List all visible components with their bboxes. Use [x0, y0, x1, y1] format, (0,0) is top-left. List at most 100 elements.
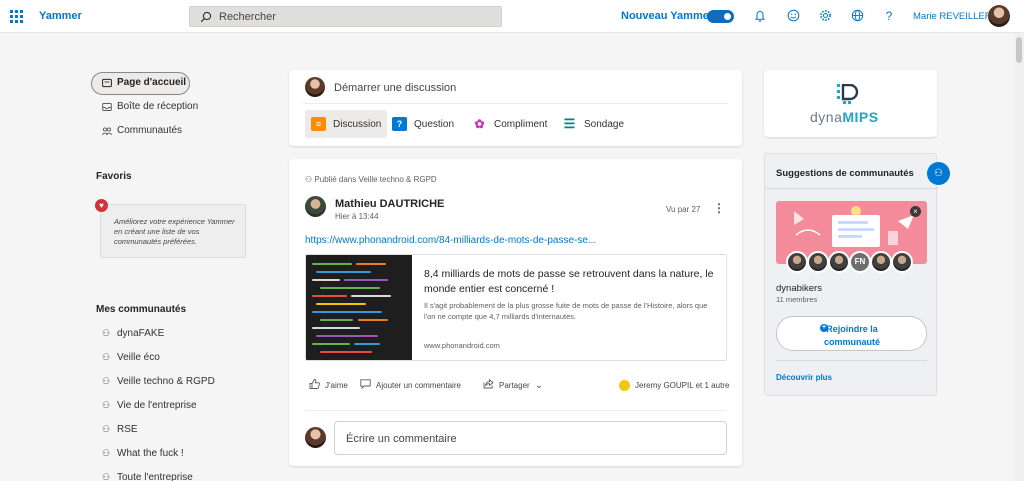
app-name[interactable]: Yammer	[39, 10, 82, 22]
community-item[interactable]: ⚇ Toute l'entreprise	[102, 472, 193, 481]
seen-by[interactable]: Vu par 27	[666, 205, 700, 214]
divider	[305, 410, 726, 411]
community-icon: ⚇	[102, 472, 111, 481]
dynamips-logo-text: dynaMIPS	[810, 109, 879, 125]
member-avatar-initials: FN	[849, 251, 871, 273]
community-item[interactable]: ⚇ What the fuck !	[102, 448, 184, 459]
new-yammer-label: Nouveau Yammer	[621, 10, 714, 22]
like-button[interactable]: J'aime	[309, 379, 348, 392]
community-label: Toute l'entreprise	[117, 472, 193, 481]
comment-label: Ajouter un commentaire	[376, 381, 461, 390]
join-label: Rejoindre la communauté	[823, 324, 880, 347]
community-icon: ⚇	[102, 328, 111, 338]
community-label: Veille techno & RGPD	[117, 376, 215, 387]
user-name[interactable]: Marie REVEILLERE	[913, 11, 998, 22]
published-in[interactable]: ⚇ Publié dans Veille techno & RGPD	[305, 175, 437, 184]
thumbs-up-icon	[309, 379, 320, 392]
like-reaction-icon	[619, 380, 630, 391]
tab-poll[interactable]: ☰ Sondage	[556, 110, 630, 138]
link-preview-card[interactable]: 8,4 milliards de mots de passe se retrou…	[305, 254, 727, 361]
member-avatar	[807, 251, 829, 273]
tab-label: Discussion	[333, 118, 382, 130]
tab-discussion[interactable]: ≡ Discussion	[305, 110, 388, 138]
author-avatar[interactable]	[305, 196, 326, 217]
nav-item-communities[interactable]: Communautés	[102, 125, 182, 136]
more-options-icon[interactable]: ⋮	[713, 201, 725, 215]
community-label: Veille éco	[117, 352, 160, 363]
comment-placeholder: Écrire un commentaire	[346, 433, 457, 445]
close-icon[interactable]: ×	[910, 206, 921, 217]
nav-item-label: Communautés	[117, 125, 183, 136]
help-icon[interactable]: ?	[882, 9, 896, 23]
community-item[interactable]: ⚇ Vie de l'entreprise	[102, 400, 197, 411]
poll-icon: ☰	[563, 116, 576, 131]
suggested-community-members: 11 membres	[776, 295, 818, 304]
composer-card: Démarrer une discussion ≡ Discussion ? Q…	[289, 70, 742, 146]
share-label: Partager	[499, 381, 530, 390]
dynamips-logo-mark	[837, 84, 859, 104]
bell-icon[interactable]	[753, 9, 767, 23]
discover-more-link[interactable]: Découvrir plus	[776, 373, 832, 382]
community-item[interactable]: ⚇ RSE	[102, 424, 138, 435]
reactors-label: Jeremy GOUPIL et 1 autre	[635, 381, 730, 390]
favorites-hint-text: Améliorez votre expérience Yammer en cré…	[114, 217, 235, 246]
user-avatar[interactable]	[988, 5, 1010, 27]
communities-icon	[102, 126, 112, 136]
gear-icon[interactable]	[818, 9, 832, 23]
suggested-community-name[interactable]: dynabikers	[776, 283, 822, 294]
search-icon	[200, 11, 212, 23]
comment-button[interactable]: Ajouter un commentaire	[360, 379, 461, 392]
nav-item-home[interactable]: Page d'accueil	[102, 77, 186, 88]
community-label: Vie de l'entreprise	[117, 400, 197, 411]
scrollbar-thumb[interactable]	[1016, 37, 1022, 63]
app-launcher-icon[interactable]	[10, 10, 23, 23]
new-yammer-toggle[interactable]	[707, 10, 734, 23]
divider	[765, 188, 938, 189]
suggestions-title: Suggestions de communautés	[776, 168, 914, 179]
post-date[interactable]: Hier à 13:44	[335, 212, 379, 221]
post-link[interactable]: https://www.phonandroid.com/84-milliards…	[305, 235, 596, 246]
community-label: dynaFAKE	[117, 328, 165, 339]
composer-avatar	[305, 77, 325, 97]
community-item[interactable]: ⚇ dynaFAKE	[102, 328, 164, 339]
tab-compliment[interactable]: ✿ Compliment	[466, 110, 553, 138]
banner-screen-illustration	[832, 215, 880, 247]
favorites-title: Favoris	[96, 171, 132, 182]
community-label: RSE	[117, 424, 138, 435]
published-in-label: Publié dans Veille techno & RGPD	[314, 175, 437, 184]
community-icon: ⚇	[305, 175, 315, 184]
search-input[interactable]: Rechercher	[189, 6, 502, 27]
question-icon: ?	[392, 117, 407, 131]
like-label: J'aime	[325, 381, 348, 390]
preview-domain: www.phonandroid.com	[424, 341, 500, 350]
nav-item-label: Page d'accueil	[117, 77, 187, 88]
author-name[interactable]: Mathieu DAUTRICHE	[335, 198, 444, 210]
network-logo-card: dynaMIPS	[764, 70, 937, 137]
comment-input[interactable]: Écrire un commentaire	[334, 421, 727, 455]
community-label: What the fuck !	[117, 448, 184, 459]
member-avatar	[870, 251, 892, 273]
top-bar: Yammer Rechercher Nouveau Yammer ? Marie…	[0, 0, 1024, 33]
preview-description: Il s'agit probablement de la plus grosse…	[424, 301, 708, 321]
member-avatar	[786, 251, 808, 273]
tab-label: Sondage	[584, 118, 625, 130]
page-scrollbar[interactable]	[1014, 33, 1024, 481]
start-discussion-input[interactable]: Démarrer une discussion	[334, 82, 456, 94]
nav-item-inbox[interactable]: Boîte de réception	[102, 101, 198, 112]
communities-badge-icon: ⚇	[927, 162, 950, 185]
community-item[interactable]: ⚇ Veille techno & RGPD	[102, 376, 215, 387]
share-button[interactable]: Partager ⌄	[483, 378, 543, 392]
share-icon	[483, 378, 494, 392]
member-avatars: FN	[786, 251, 913, 273]
community-item[interactable]: ⚇ Veille éco	[102, 352, 160, 363]
tab-question[interactable]: ? Question	[386, 110, 460, 138]
ribbon-icon: ✿	[474, 117, 485, 131]
preview-title: 8,4 milliards de mots de passe se retrou…	[424, 268, 714, 295]
globe-icon[interactable]	[850, 9, 864, 23]
smiley-icon[interactable]	[786, 9, 800, 23]
community-icon: ⚇	[102, 424, 111, 434]
reactors-summary[interactable]: Jeremy GOUPIL et 1 autre	[619, 380, 729, 391]
member-avatar	[891, 251, 913, 273]
discussion-icon: ≡	[311, 117, 326, 131]
join-community-button[interactable]: + Rejoindre la communauté	[776, 316, 927, 351]
